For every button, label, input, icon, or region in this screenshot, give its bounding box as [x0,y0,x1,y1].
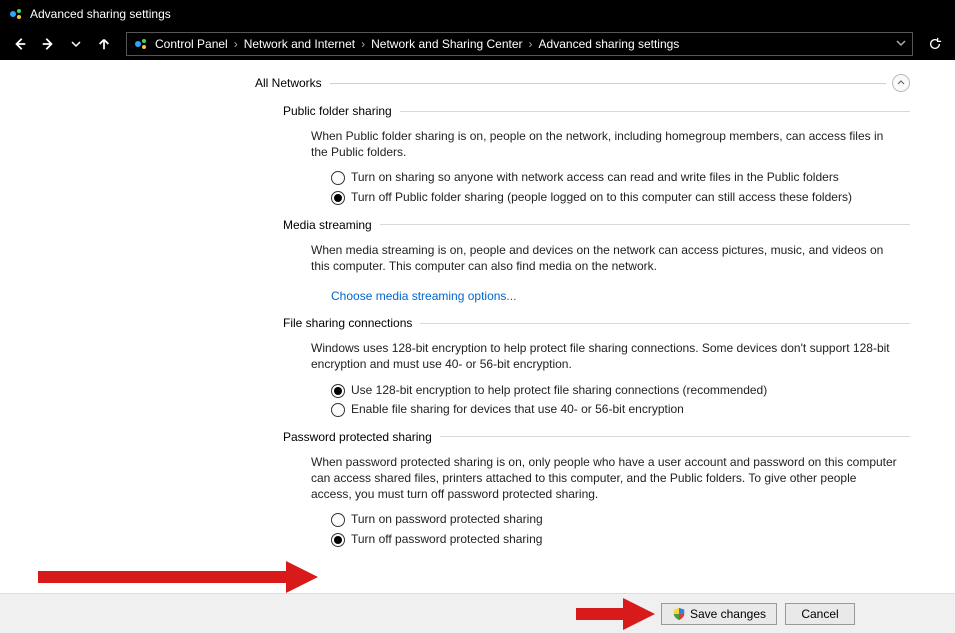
subsection-title: Password protected sharing [283,430,432,444]
section-title: All Networks [255,76,322,90]
radio-public-on[interactable]: Turn on sharing so anyone with network a… [331,170,900,186]
subsection-title: Public folder sharing [283,104,392,118]
description: Windows uses 128-bit encryption to help … [311,340,900,372]
radio-icon[interactable] [331,384,345,398]
breadcrumb-item[interactable]: Network and Sharing Center [371,37,522,51]
refresh-button[interactable] [923,32,947,56]
content-area: All Networks Public folder sharing When … [0,60,955,593]
subsection-file-sharing: File sharing connections Windows uses 12… [283,316,910,418]
cancel-label: Cancel [801,607,838,621]
radio-label: Use 128-bit encryption to help protect f… [351,383,767,399]
forward-button[interactable] [36,32,60,56]
radio-40-56bit[interactable]: Enable file sharing for devices that use… [331,402,900,418]
breadcrumb-separator: › [234,37,238,51]
control-panel-icon [133,36,149,52]
radio-label: Turn off Public folder sharing (people l… [351,190,852,206]
recent-dropdown[interactable] [64,32,88,56]
radio-label: Turn on password protected sharing [351,512,543,528]
radio-icon[interactable] [331,403,345,417]
description: When media streaming is on, people and d… [311,242,900,274]
radio-password-off[interactable]: Turn off password protected sharing [331,532,900,548]
divider [400,111,910,112]
radio-password-on[interactable]: Turn on password protected sharing [331,512,900,528]
subsection-public-folder: Public folder sharing When Public folder… [283,104,910,206]
up-button[interactable] [92,32,116,56]
breadcrumb-separator: › [529,37,533,51]
save-changes-button[interactable]: Save changes [661,603,777,625]
radio-label: Turn on sharing so anyone with network a… [351,170,839,186]
subsection-title: File sharing connections [283,316,412,330]
breadcrumb-item[interactable]: Control Panel [155,37,228,51]
radio-icon[interactable] [331,171,345,185]
collapse-toggle[interactable] [892,74,910,92]
subsection-title: Media streaming [283,218,372,232]
window-title: Advanced sharing settings [30,7,171,21]
subsection-password-sharing: Password protected sharing When password… [283,430,910,548]
description: When Public folder sharing is on, people… [311,128,900,160]
breadcrumb-item[interactable]: Network and Internet [244,37,355,51]
subsection-media-streaming: Media streaming When media streaming is … [283,218,910,305]
radio-icon[interactable] [331,533,345,547]
titlebar: Advanced sharing settings [0,0,955,28]
breadcrumb-separator: › [361,37,365,51]
save-label: Save changes [690,607,766,621]
footer: Save changes Cancel [0,593,955,633]
divider [440,436,910,437]
radio-label: Enable file sharing for devices that use… [351,402,684,418]
shield-icon [672,607,686,621]
address-dropdown[interactable] [896,37,906,51]
radio-public-off[interactable]: Turn off Public folder sharing (people l… [331,190,900,206]
address-bar[interactable]: Control Panel › Network and Internet › N… [126,32,913,56]
app-icon [8,6,24,22]
breadcrumb-item[interactable]: Advanced sharing settings [539,37,680,51]
navbar: Control Panel › Network and Internet › N… [0,28,955,60]
media-options-link[interactable]: Choose media streaming options... [331,288,516,304]
divider [380,224,910,225]
section-header-all-networks: All Networks [255,74,910,92]
cancel-button[interactable]: Cancel [785,603,855,625]
radio-label: Turn off password protected sharing [351,532,542,548]
description: When password protected sharing is on, o… [311,454,900,503]
back-button[interactable] [8,32,32,56]
radio-128bit[interactable]: Use 128-bit encryption to help protect f… [331,383,900,399]
divider [420,323,910,324]
radio-icon[interactable] [331,191,345,205]
radio-icon[interactable] [331,513,345,527]
divider [330,83,886,84]
